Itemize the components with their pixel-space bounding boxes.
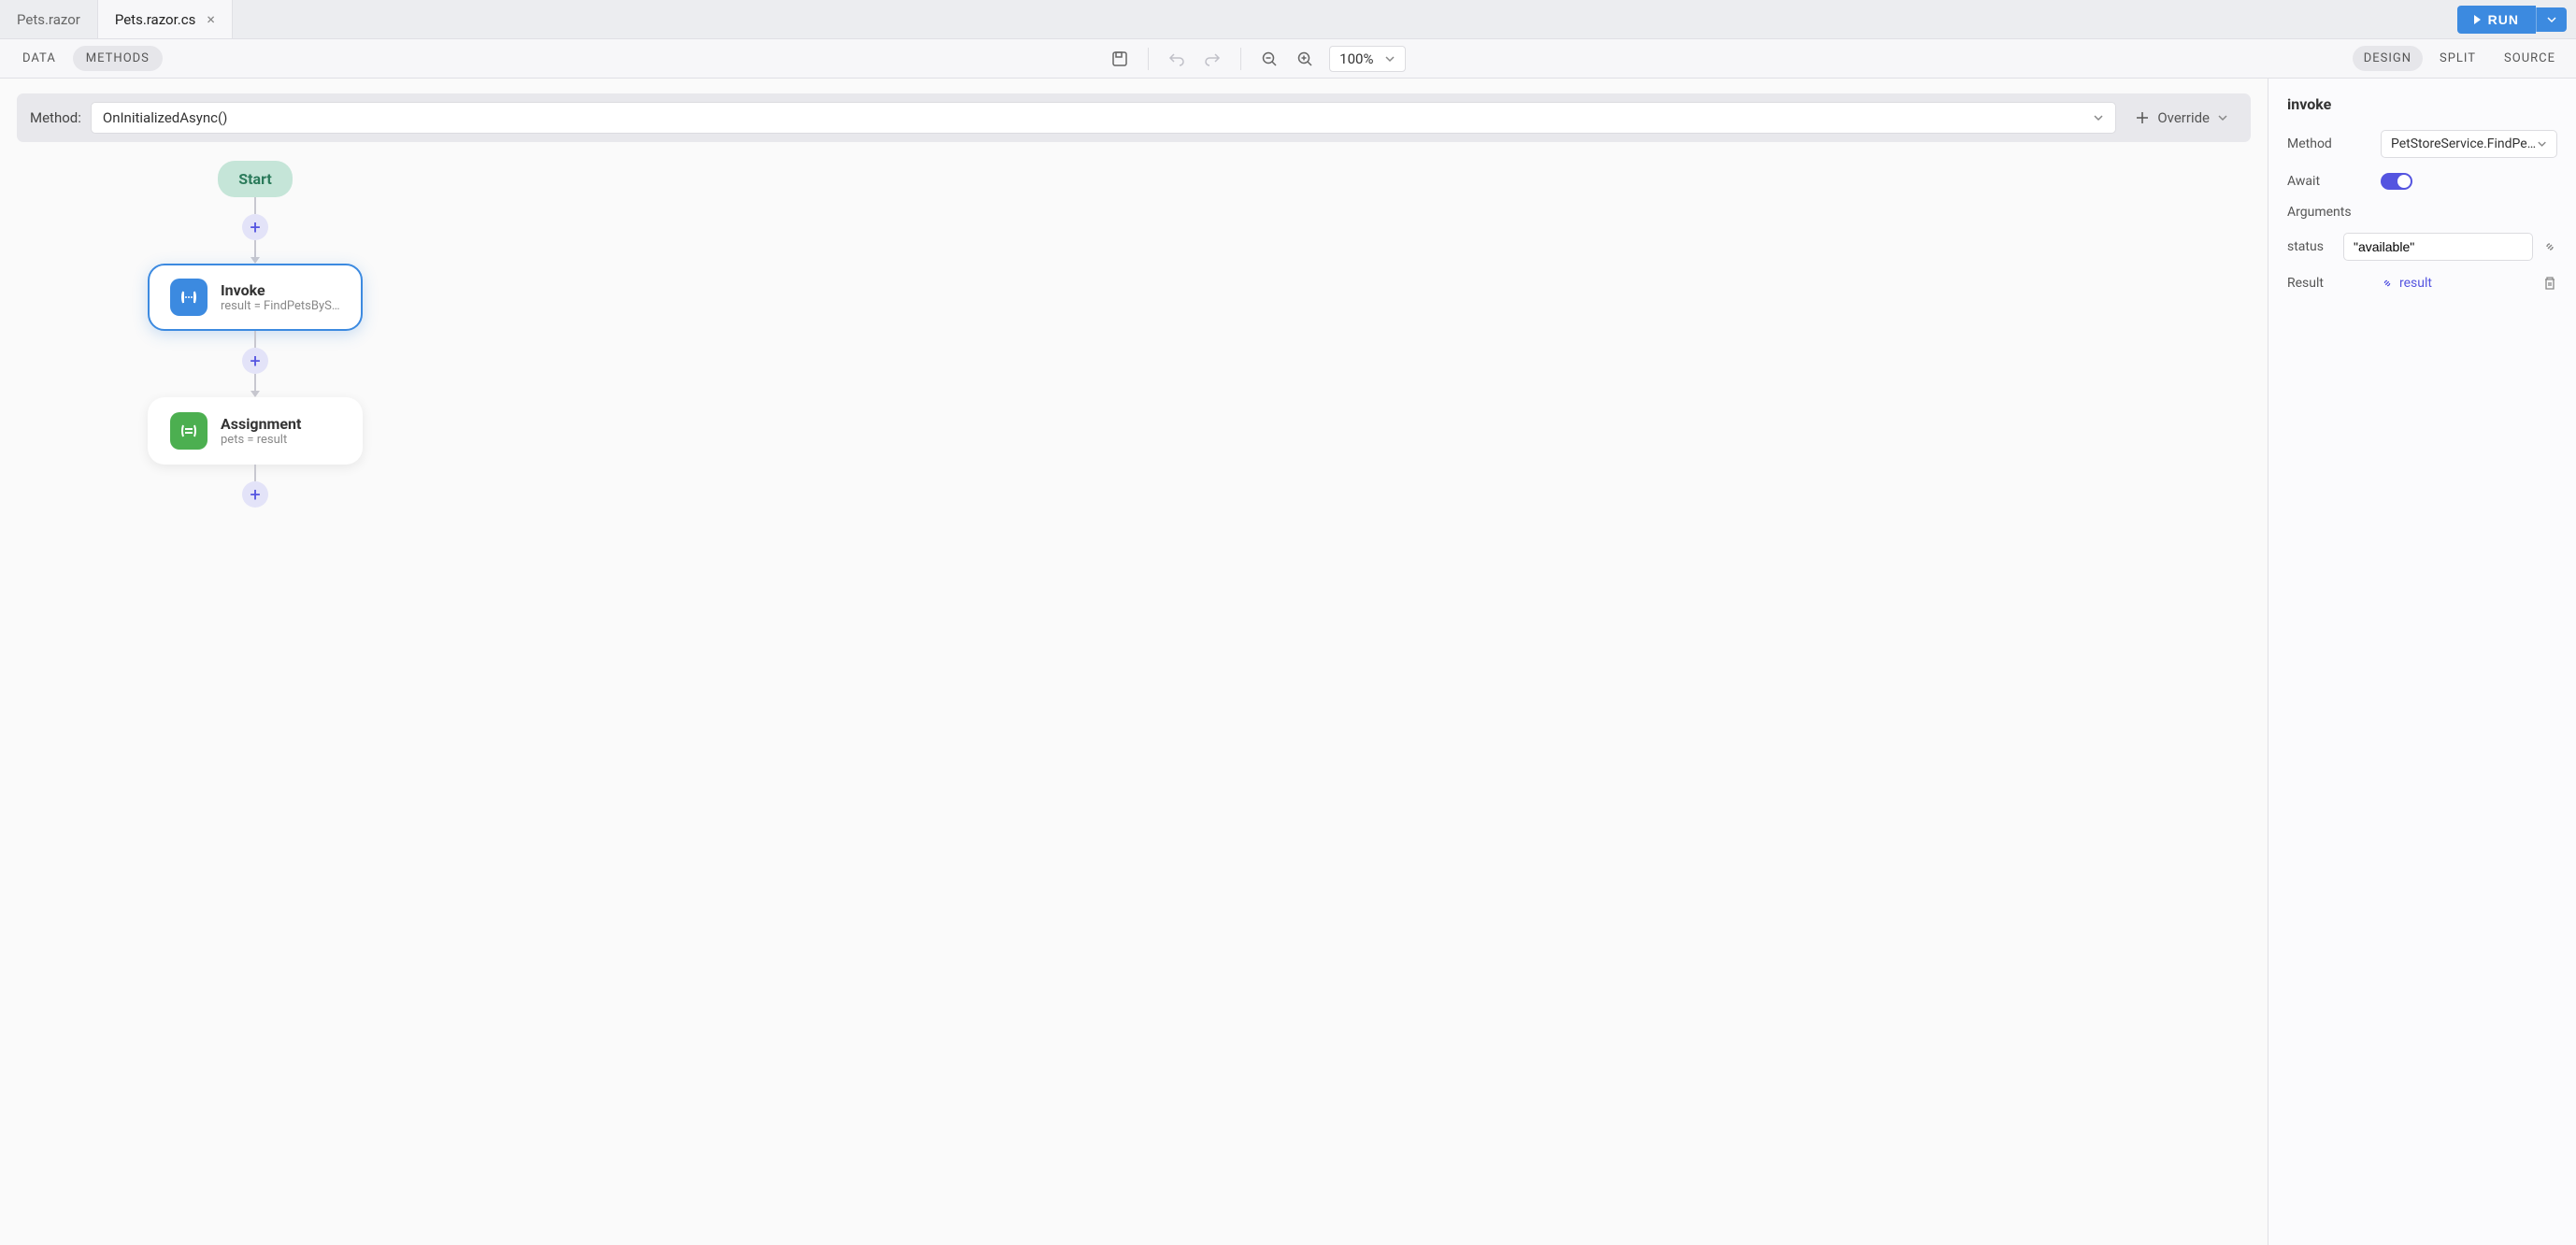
prop-result-row: Result result [2287, 276, 2557, 291]
connector [254, 374, 256, 391]
method-dropdown[interactable]: OnInitializedAsync() [91, 102, 2116, 134]
tab-label: Pets.razor [17, 11, 80, 28]
connector [254, 240, 256, 257]
node-subtitle: result = FindPetsByS… [221, 299, 340, 313]
zoom-value: 100% [1339, 50, 1373, 67]
prop-method-dropdown[interactable]: PetStoreService.FindPets… [2381, 130, 2557, 158]
connector [254, 197, 256, 214]
prop-await-label: Await [2287, 174, 2371, 189]
trash-icon[interactable] [2542, 276, 2557, 291]
prop-method-row: Method PetStoreService.FindPets… [2287, 130, 2557, 158]
invoke-icon [170, 279, 208, 316]
close-icon[interactable]: × [207, 10, 215, 28]
connector [254, 331, 256, 348]
arrow-down-icon [250, 257, 260, 264]
node-text: Assignment pets = result [221, 415, 301, 447]
node-title: Invoke [221, 281, 340, 299]
properties-panel: invoke Method PetStoreService.FindPets… … [2268, 79, 2576, 1245]
flow-canvas[interactable]: Start + Invoke result = FindPetsByS… + [17, 142, 2251, 508]
tab-bar: Pets.razor Pets.razor.cs × RUN [0, 0, 2576, 39]
toolbar-center: 100% [163, 46, 2353, 72]
chevron-down-icon [1384, 53, 1395, 64]
node-text: Invoke result = FindPetsByS… [221, 281, 340, 313]
await-toggle[interactable] [2381, 173, 2412, 190]
add-node-button[interactable]: + [242, 348, 268, 374]
chevron-down-icon [2217, 112, 2228, 123]
view-tabs: DESIGN SPLIT SOURCE [2353, 46, 2567, 71]
prop-await-row: Await [2287, 173, 2557, 190]
redo-icon[interactable] [1201, 48, 1224, 70]
zoom-in-icon[interactable] [1294, 48, 1316, 70]
save-icon[interactable] [1109, 48, 1131, 70]
chevron-down-icon [2537, 138, 2547, 150]
arrow-down-icon [250, 391, 260, 397]
prop-method-value: PetStoreService.FindPets… [2391, 136, 2537, 151]
status-input[interactable] [2343, 233, 2533, 261]
start-node[interactable]: Start [218, 161, 293, 197]
tab-label: Pets.razor.cs [115, 11, 195, 28]
subnav-left: DATA METHODS [9, 46, 163, 71]
override-label: Override [2157, 109, 2210, 126]
flow-column: Start + Invoke result = FindPetsByS… + [148, 161, 363, 508]
assignment-node[interactable]: Assignment pets = result [148, 397, 363, 465]
node-subtitle: pets = result [221, 433, 301, 447]
toggle-knob [2397, 175, 2411, 188]
node-title: Assignment [221, 415, 301, 433]
link-icon[interactable] [2542, 239, 2557, 254]
method-bar: Method: OnInitializedAsync() Override [17, 93, 2251, 142]
prop-status-row: status [2287, 233, 2557, 261]
link-icon [2381, 277, 2394, 290]
tab-pets-razor-cs[interactable]: Pets.razor.cs × [98, 0, 233, 38]
subnav-data[interactable]: DATA [9, 46, 69, 71]
add-node-button[interactable]: + [242, 481, 268, 508]
play-icon [2474, 15, 2481, 24]
run-button-group: RUN [2448, 0, 2576, 38]
divider [1240, 48, 1241, 70]
zoom-out-icon[interactable] [1258, 48, 1281, 70]
plus-icon [2135, 110, 2150, 125]
divider [1148, 48, 1149, 70]
chevron-down-icon [2546, 14, 2557, 25]
prop-method-label: Method [2287, 136, 2371, 151]
arguments-section-label: Arguments [2287, 205, 2557, 220]
chevron-down-icon [2093, 112, 2104, 123]
result-link-text: result [2399, 276, 2432, 291]
prop-status-label: status [2287, 239, 2334, 254]
method-value: OnInitializedAsync() [103, 109, 227, 126]
override-button[interactable]: Override [2125, 104, 2238, 132]
invoke-node[interactable]: Invoke result = FindPetsByS… [148, 264, 363, 331]
run-dropdown-button[interactable] [2536, 7, 2567, 32]
main-area: Method: OnInitializedAsync() Override St… [0, 79, 2576, 1245]
view-split[interactable]: SPLIT [2428, 46, 2487, 71]
tab-pets-razor[interactable]: Pets.razor [0, 0, 98, 38]
view-source[interactable]: SOURCE [2493, 46, 2567, 71]
assignment-icon [170, 412, 208, 450]
result-link[interactable]: result [2381, 276, 2432, 291]
run-label: RUN [2488, 12, 2519, 27]
subnav-methods[interactable]: METHODS [73, 46, 163, 71]
add-node-button[interactable]: + [242, 214, 268, 240]
run-button[interactable]: RUN [2457, 6, 2536, 34]
sub-toolbar: DATA METHODS 100% DESIGN SPLIT SOURCE [0, 39, 2576, 79]
view-design[interactable]: DESIGN [2353, 46, 2423, 71]
prop-result-label: Result [2287, 276, 2371, 291]
undo-icon[interactable] [1166, 48, 1188, 70]
method-label: Method: [30, 109, 81, 126]
properties-title: invoke [2287, 95, 2557, 113]
zoom-select[interactable]: 100% [1329, 46, 1406, 72]
connector [254, 465, 256, 481]
canvas-area: Method: OnInitializedAsync() Override St… [0, 79, 2268, 1245]
